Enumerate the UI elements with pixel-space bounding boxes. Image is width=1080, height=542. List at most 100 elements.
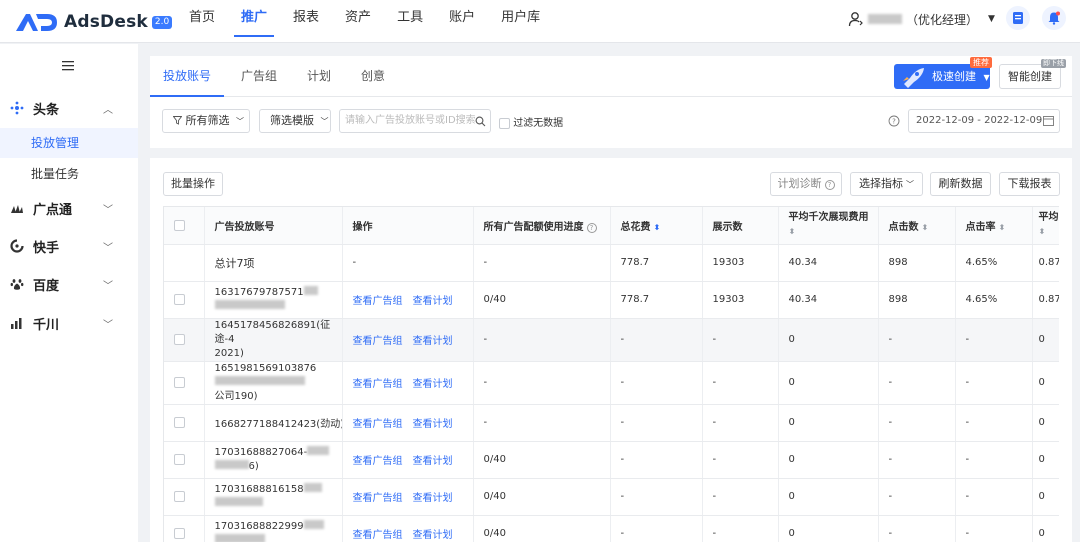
date-range-picker[interactable]: 2022-12-09 - 2022-12-09 xyxy=(908,109,1060,133)
tabs-filter-panel: 投放账号 广告组 计划 创意 极速创建 ▼ 推荐 智能创建 即下线 所有筛选 ﹀… xyxy=(150,56,1072,148)
header-clicks[interactable]: 点击数 ⬍ xyxy=(878,207,956,245)
row-checkbox[interactable] xyxy=(174,453,185,465)
checkbox[interactable] xyxy=(499,117,510,129)
header-total-cost[interactable]: 总花费 ⬍ xyxy=(610,207,703,245)
sort-icon[interactable]: ⬍ xyxy=(654,223,661,232)
impressions-cell: - xyxy=(702,318,779,362)
row-checkbox-cell[interactable] xyxy=(164,361,205,405)
impressions-cell: 19303 xyxy=(702,281,779,319)
view-plans-link[interactable]: 查看计划 xyxy=(413,493,453,504)
row-checkbox-cell[interactable] xyxy=(164,281,205,319)
sort-icon[interactable]: ⬍ xyxy=(1039,227,1046,236)
download-report-button[interactable]: 下载报表 xyxy=(999,172,1060,196)
help-doc-icon[interactable] xyxy=(1006,6,1030,30)
ctr-cell: - xyxy=(955,318,1033,362)
header-avg-label: 平均 xyxy=(1038,212,1059,224)
row-checkbox[interactable] xyxy=(174,293,185,305)
plan-diagnose-button[interactable]: 计划诊断? xyxy=(770,172,842,196)
account-search-input[interactable]: 请输入广告投放账号或ID搜索 xyxy=(339,109,491,133)
chevron-down-icon: ﹀ xyxy=(103,319,113,331)
choose-metrics-dropdown[interactable]: 选择指标 ﹀ xyxy=(850,172,923,196)
operation-cell: 查看广告组 查看计划 xyxy=(342,441,474,479)
chevron-up-icon: ︿ xyxy=(103,104,113,116)
nav-tools[interactable]: 工具 xyxy=(384,0,436,43)
all-filters-dropdown[interactable]: 所有筛选 ﹀ xyxy=(162,109,250,133)
tab-ad-groups[interactable]: 广告组 xyxy=(228,56,290,97)
view-plans-link[interactable]: 查看计划 xyxy=(413,336,453,347)
row-checkbox[interactable] xyxy=(174,416,185,428)
sidebar-item-batch-tasks[interactable]: 批量任务 xyxy=(0,159,138,189)
nav-accounts[interactable]: 账户 xyxy=(436,0,488,43)
header-cpm[interactable]: 平均千次展现费用 ⬍ xyxy=(778,207,879,245)
notification-bell-icon[interactable] xyxy=(1042,6,1066,30)
row-checkbox[interactable] xyxy=(174,527,185,539)
row-checkbox[interactable] xyxy=(174,333,185,345)
sidebar-group-toutiao[interactable]: 头条 ︿ xyxy=(0,93,138,123)
nav-home[interactable]: 首页 xyxy=(176,0,228,43)
filter-template-dropdown[interactable]: 筛选模版 ﹀ xyxy=(259,109,331,133)
tab-ad-accounts[interactable]: 投放账号 xyxy=(150,56,225,97)
account-name: 1645178456826891(征途-4 xyxy=(214,319,331,345)
operation-cell: 查看广告组 查看计划 xyxy=(342,478,474,516)
sidebar-group-baidu[interactable]: 百度 ﹀ xyxy=(0,269,138,299)
menu-collapse-icon[interactable] xyxy=(62,60,76,72)
avg-cell: 0 xyxy=(1032,478,1059,516)
app-logo[interactable]: AdsDesk 2.0 xyxy=(14,8,173,36)
view-ad-groups-link[interactable]: 查看广告组 xyxy=(353,530,403,541)
refresh-data-button[interactable]: 刷新数据 xyxy=(930,172,991,196)
quota-cell: 0/40 xyxy=(473,478,611,516)
search-placeholder: 请输入广告投放账号或ID搜索 xyxy=(345,115,476,126)
row-checkbox-cell[interactable] xyxy=(164,478,205,516)
tab-creatives[interactable]: 创意 xyxy=(348,56,398,97)
plan-diagnose-label: 计划诊断 xyxy=(777,177,822,190)
row-checkbox-cell[interactable] xyxy=(164,318,205,362)
view-plans-link[interactable]: 查看计划 xyxy=(413,419,453,430)
row-checkbox-cell[interactable] xyxy=(164,441,205,479)
view-plans-link[interactable]: 查看计划 xyxy=(413,379,453,390)
row-checkbox-cell[interactable] xyxy=(164,404,205,442)
select-all-checkbox[interactable] xyxy=(174,219,185,231)
row-checkbox-cell[interactable] xyxy=(164,515,205,542)
ctr-cell: - xyxy=(955,361,1033,405)
view-plans-link[interactable]: 查看计划 xyxy=(413,296,453,307)
help-circle-icon[interactable]: ? xyxy=(586,222,597,233)
choose-metrics-label: 选择指标 xyxy=(859,177,903,190)
sidebar-group-qianchuan[interactable]: 千川 ﹀ xyxy=(0,308,138,338)
nav-user-library[interactable]: 用户库 xyxy=(488,0,553,43)
sidebar-group-guangdiantong[interactable]: 广点通 ﹀ xyxy=(0,193,138,223)
cost-cell: - xyxy=(610,441,703,479)
view-ad-groups-link[interactable]: 查看广告组 xyxy=(353,379,403,390)
redacted-text xyxy=(214,496,263,506)
sort-icon[interactable]: ⬍ xyxy=(789,227,796,236)
sort-icon[interactable]: ⬍ xyxy=(922,223,929,232)
quota-cell: - xyxy=(473,404,611,442)
view-ad-groups-link[interactable]: 查看广告组 xyxy=(353,336,403,347)
sort-icon[interactable]: ⬍ xyxy=(999,223,1006,232)
view-ad-groups-link[interactable]: 查看广告组 xyxy=(353,296,403,307)
header-avg[interactable]: 平均 ⬍ xyxy=(1032,207,1059,245)
row-checkbox[interactable] xyxy=(174,376,185,388)
sidebar-item-delivery-management[interactable]: 投放管理 xyxy=(0,128,138,158)
nav-assets[interactable]: 资产 xyxy=(332,0,384,43)
cost-cell: - xyxy=(610,361,703,405)
help-circle-icon[interactable]: ? xyxy=(888,115,900,127)
nav-promotion[interactable]: 推广 xyxy=(228,0,280,43)
redacted-text xyxy=(307,445,330,455)
view-plans-link[interactable]: 查看计划 xyxy=(413,530,453,541)
redacted-text xyxy=(214,375,305,385)
header-ctr[interactable]: 点击率 ⬍ xyxy=(955,207,1033,245)
sidebar-group-kuaishou[interactable]: 快手 ﹀ xyxy=(0,231,138,261)
header-checkbox-cell[interactable] xyxy=(164,207,205,245)
user-menu[interactable]: （优化经理） ▼ xyxy=(848,9,995,29)
batch-operation-button[interactable]: 批量操作 xyxy=(163,172,223,196)
nav-reports[interactable]: 报表 xyxy=(280,0,332,43)
view-ad-groups-link[interactable]: 查看广告组 xyxy=(353,456,403,467)
filter-empty-checkbox[interactable]: 过滤无数据 xyxy=(499,114,563,129)
view-ad-groups-link[interactable]: 查看广告组 xyxy=(353,493,403,504)
view-ad-groups-link[interactable]: 查看广告组 xyxy=(353,419,403,430)
row-checkbox[interactable] xyxy=(174,490,185,502)
avg-cell: 0.87 xyxy=(1032,281,1059,319)
view-plans-link[interactable]: 查看计划 xyxy=(413,456,453,467)
tab-plans[interactable]: 计划 xyxy=(294,56,344,97)
cost-cell: - xyxy=(610,404,703,442)
